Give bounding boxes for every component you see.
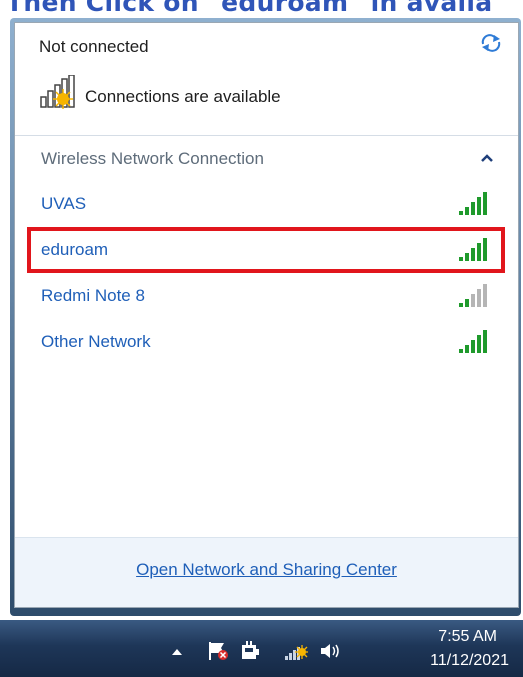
connection-status-header: Not connected Connections are available	[15, 23, 518, 141]
network-available-icon	[40, 75, 75, 109]
clock-date[interactable]: 11/12/2021	[430, 652, 509, 670]
network-item-uvas[interactable]: UVAS	[29, 185, 499, 225]
power-icon[interactable]	[238, 640, 262, 662]
tutorial-caption: Then Click on "eduroam" in availa	[6, 0, 493, 17]
volume-icon[interactable]	[318, 640, 342, 662]
connection-status-title: Not connected	[39, 37, 149, 56]
network-name: Other Network	[41, 332, 151, 351]
connections-available-label: Connections are available	[85, 87, 281, 106]
refresh-icon[interactable]	[480, 33, 502, 53]
network-item-redmi-note-8[interactable]: Redmi Note 8	[29, 277, 499, 317]
collapse-chevron-icon[interactable]	[480, 153, 494, 163]
signal-strength-icon	[459, 284, 487, 307]
taskbar: 7:55 AM 11/12/2021	[0, 620, 523, 677]
eduroam-highlight-box	[27, 227, 505, 273]
clock-time[interactable]: 7:55 AM	[438, 628, 497, 646]
signal-strength-icon	[459, 192, 487, 215]
open-network-sharing-center-link[interactable]: Open Network and Sharing Center	[15, 560, 518, 580]
network-item-other-network[interactable]: Other Network	[29, 323, 499, 363]
section-title-wireless: Wireless Network Connection	[41, 149, 264, 168]
show-hidden-icons-icon[interactable]	[170, 646, 184, 656]
signal-strength-icon	[459, 330, 487, 353]
network-name: Redmi Note 8	[41, 286, 145, 305]
network-flyout: Not connected Connections are available …	[14, 22, 519, 608]
network-tray-icon[interactable]	[284, 640, 308, 662]
flag-icon[interactable]	[206, 640, 230, 662]
flyout-footer: Open Network and Sharing Center	[15, 537, 518, 607]
header-divider	[15, 135, 518, 136]
network-name: UVAS	[41, 194, 87, 213]
